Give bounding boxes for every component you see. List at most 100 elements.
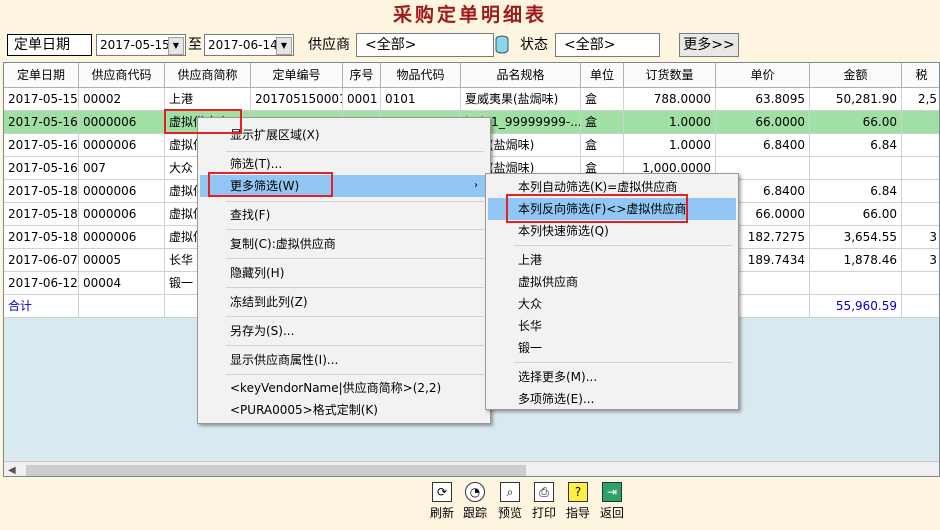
menu-item-more-filter[interactable]: 更多筛选(W) › xyxy=(200,175,488,197)
table-cell[interactable]: 007 xyxy=(79,157,165,180)
table-cell[interactable]: 0001 xyxy=(343,88,381,111)
submenu-item-quick-filter[interactable]: 本列快速筛选(Q) xyxy=(488,220,736,242)
column-header[interactable]: 单价 xyxy=(716,63,810,88)
table-cell[interactable]: 6.84 xyxy=(810,180,902,203)
column-header[interactable]: 供应商简称 xyxy=(165,63,251,88)
table-cell[interactable]: 1,878.46 xyxy=(810,249,902,272)
table-cell[interactable]: 2,5 xyxy=(902,88,939,111)
table-cell[interactable]: 63.8095 xyxy=(716,88,810,111)
table-cell[interactable]: 0000006 xyxy=(79,180,165,203)
table-cell[interactable]: 00005 xyxy=(79,249,165,272)
submenu-item-vendor-virtual[interactable]: 虚拟供应商 xyxy=(488,271,736,293)
column-header[interactable]: 单位 xyxy=(581,63,624,88)
print-button[interactable]: ⎙ 打印 xyxy=(530,480,558,526)
refresh-button[interactable]: ⟳ 刷新 xyxy=(428,480,456,526)
column-header[interactable]: 品名规格 xyxy=(461,63,581,88)
table-cell[interactable] xyxy=(810,157,902,180)
table-cell[interactable] xyxy=(902,157,939,180)
table-cell[interactable]: 0000006 xyxy=(79,134,165,157)
submenu-item-multi-filter[interactable]: 多项筛选(E)... xyxy=(488,388,736,410)
table-cell[interactable]: 66.0000 xyxy=(716,111,810,134)
table-cell[interactable]: 788.0000 xyxy=(624,88,716,111)
date-to-field[interactable]: 2017-06-14 ▼ xyxy=(204,34,294,56)
table-cell[interactable]: 盒 xyxy=(581,111,624,134)
menu-item-copy[interactable]: 复制(C):虚拟供应商 xyxy=(200,233,488,255)
column-header[interactable]: 序号 xyxy=(343,63,381,88)
menu-item-hide-column[interactable]: 隐藏列(H) xyxy=(200,262,488,284)
table-cell[interactable]: 50,281.90 xyxy=(810,88,902,111)
menu-item-save-as[interactable]: 另存为(S)... xyxy=(200,320,488,342)
table-cell[interactable]: 3 xyxy=(902,226,939,249)
submenu-item-vendor-dazhong[interactable]: 大众 xyxy=(488,293,736,315)
table-cell[interactable]: 0101 xyxy=(381,88,461,111)
table-cell[interactable]: 2017-06-07 xyxy=(4,249,79,272)
table-cell[interactable] xyxy=(902,272,939,295)
table-cell[interactable]: 2017-05-16 xyxy=(4,157,79,180)
table-cell[interactable]: 00002 xyxy=(79,88,165,111)
column-header[interactable]: 供应商代码 xyxy=(79,63,165,88)
submenu-item-auto-filter[interactable]: 本列自动筛选(K)=虚拟供应商 xyxy=(488,176,736,198)
database-icon[interactable] xyxy=(495,35,509,55)
menu-item-show-extended[interactable]: 显示扩展区域(X) xyxy=(200,124,488,146)
table-cell[interactable]: 201705150001 xyxy=(251,88,343,111)
dropdown-arrow-icon[interactable]: ▼ xyxy=(168,37,184,55)
table-cell[interactable]: 0000006 xyxy=(79,203,165,226)
table-cell[interactable]: 2017-05-18 xyxy=(4,180,79,203)
table-cell[interactable] xyxy=(902,111,939,134)
menu-item-filter[interactable]: 筛选(T)... xyxy=(200,153,488,175)
menu-item-find[interactable]: 查找(F) xyxy=(200,204,488,226)
table-cell[interactable]: 2017-06-12 xyxy=(4,272,79,295)
submenu-item-vendor-duanyi[interactable]: 锻一 xyxy=(488,337,736,359)
table-cell[interactable] xyxy=(902,134,939,157)
table-cell[interactable]: 66.00 xyxy=(810,111,902,134)
table-cell[interactable]: 0000006 xyxy=(79,111,165,134)
preview-button[interactable]: ⌕ 预览 xyxy=(496,480,524,526)
menu-item-key-vendor-name[interactable]: <keyVendorName|供应商简称>(2,2) xyxy=(200,377,488,399)
table-cell[interactable]: 0000006 xyxy=(79,226,165,249)
table-cell[interactable]: 2017-05-16 xyxy=(4,111,79,134)
table-cell[interactable]: 1.0000 xyxy=(624,111,716,134)
table-cell[interactable] xyxy=(902,180,939,203)
table-cell[interactable]: 2017-05-16 xyxy=(4,134,79,157)
column-header[interactable]: 税 xyxy=(902,63,939,88)
submenu-item-reverse-filter[interactable]: 本列反向筛选(F)<>虚拟供应商 xyxy=(488,198,736,220)
table-cell[interactable]: 上港 xyxy=(165,88,251,111)
column-header[interactable]: 金额 xyxy=(810,63,902,88)
table-cell[interactable]: 00004 xyxy=(79,272,165,295)
column-header[interactable]: 订货数量 xyxy=(624,63,716,88)
table-cell[interactable]: 3 xyxy=(902,249,939,272)
scrollbar-thumb[interactable] xyxy=(26,465,526,476)
submenu-item-vendor-shanggang[interactable]: 上港 xyxy=(488,249,736,271)
table-cell[interactable] xyxy=(810,272,902,295)
menu-item-vendor-properties[interactable]: 显示供应商属性(I)... xyxy=(200,349,488,371)
status-input[interactable]: <全部> xyxy=(555,33,660,57)
menu-item-format-custom[interactable]: <PURA0005>格式定制(K) xyxy=(200,399,488,421)
submenu-item-vendor-changhua[interactable]: 长华 xyxy=(488,315,736,337)
table-cell[interactable]: 盒 xyxy=(581,134,624,157)
column-header[interactable]: 定单编号 xyxy=(251,63,343,88)
table-cell[interactable]: 66.00 xyxy=(810,203,902,226)
table-cell[interactable]: 盒 xyxy=(581,88,624,111)
vendor-input[interactable]: <全部> xyxy=(356,33,494,57)
table-cell[interactable]: 2017-05-18 xyxy=(4,203,79,226)
date-from-field[interactable]: 2017-05-15 ▼ xyxy=(96,34,186,56)
exit-button[interactable]: ⇥ 返回 xyxy=(598,480,626,526)
help-button[interactable]: ? 指导 xyxy=(564,480,592,526)
table-cell[interactable]: 夏威夷果(盐焗味) xyxy=(461,88,581,111)
table-cell[interactable]: 2017-05-18 xyxy=(4,226,79,249)
table-cell[interactable]: 2017-05-15 xyxy=(4,88,79,111)
dropdown-arrow-icon[interactable]: ▼ xyxy=(276,37,292,55)
menu-item-freeze-column[interactable]: 冻结到此列(Z) xyxy=(200,291,488,313)
horizontal-scrollbar[interactable]: ◀ xyxy=(4,461,939,476)
table-cell[interactable]: 3,654.55 xyxy=(810,226,902,249)
track-button[interactable]: ◔ 跟踪 xyxy=(461,480,489,526)
more-button[interactable]: 更多>> xyxy=(679,33,739,57)
table-cell[interactable]: 1.0000 xyxy=(624,134,716,157)
table-cell[interactable] xyxy=(902,203,939,226)
table-row[interactable]: 2017-05-15 00002 上港 201705150001 0001 0101 夏威夷… xyxy=(4,88,939,111)
table-cell[interactable]: 6.8400 xyxy=(716,134,810,157)
table-cell[interactable]: 6.84 xyxy=(810,134,902,157)
scroll-left-icon[interactable]: ◀ xyxy=(8,462,22,476)
submenu-item-select-more[interactable]: 选择更多(M)... xyxy=(488,366,736,388)
column-header[interactable]: 物品代码 xyxy=(381,63,461,88)
